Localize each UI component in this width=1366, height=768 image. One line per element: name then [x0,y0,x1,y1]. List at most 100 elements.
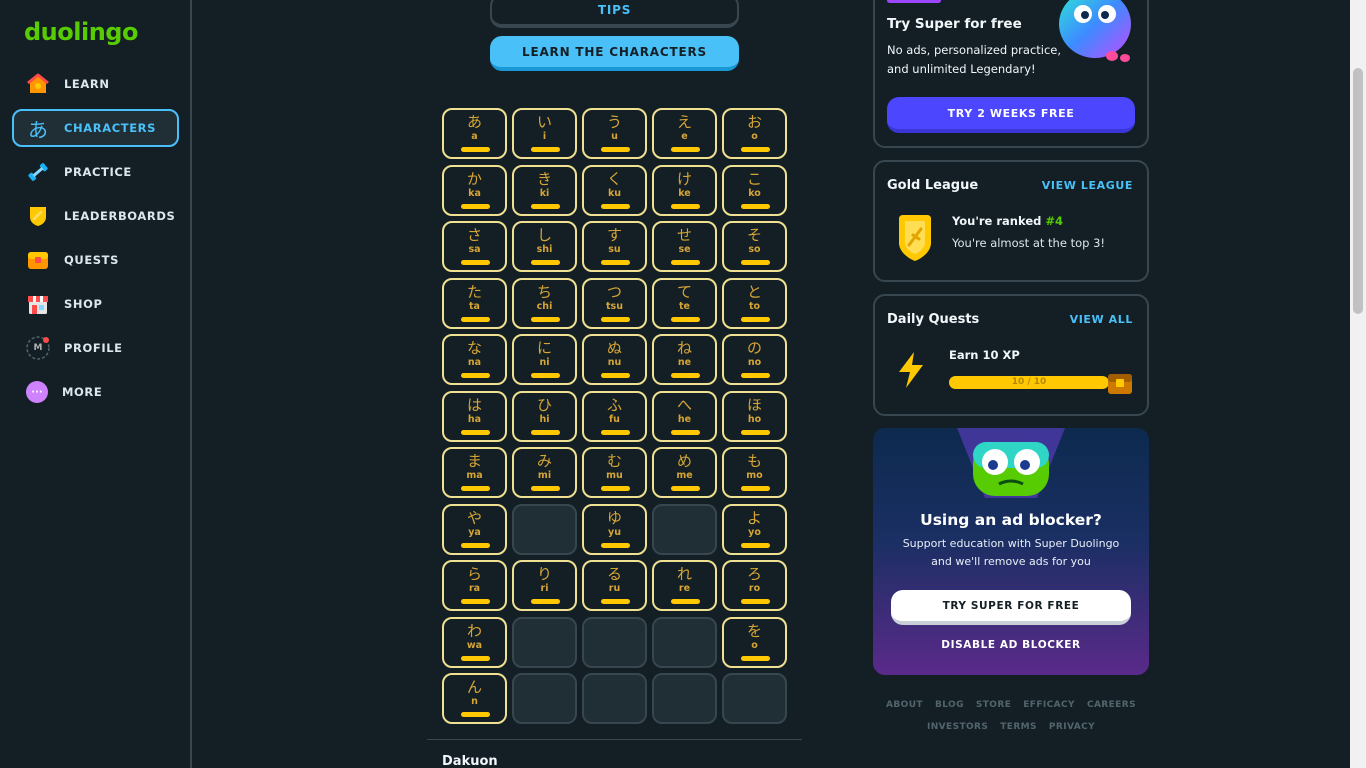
kana-cell[interactable]: む mu [582,447,647,498]
kana-romaji: mu [606,470,623,481]
try-super-for-free-button[interactable]: TRY SUPER FOR FREE [891,590,1131,625]
kana-cell[interactable]: ひ hi [512,390,577,442]
kana-progress-bar [601,373,630,378]
kana-cell[interactable]: の no [722,334,787,385]
sidebar-item-shop[interactable]: SHOP [12,285,179,323]
kana-cell[interactable]: き ki [512,164,577,216]
footer-link-privacy[interactable]: PRIVACY [1049,722,1095,732]
kana-cell[interactable]: な na [442,334,507,385]
sidebar-item-quests[interactable]: QUESTS [12,241,179,279]
kana-cell[interactable]: ふ fu [582,390,647,442]
kana-cell[interactable]: れ re [652,560,717,611]
kana-cell[interactable]: いi [512,108,577,159]
kana-cell[interactable]: は ha [442,390,507,442]
sidebar-item-label: LEADERBOARDS [64,209,176,223]
footer-link-efficacy[interactable]: EFFICACY [1023,700,1075,710]
page-scrollbar[interactable] [1350,0,1366,768]
sidebar-item-practice[interactable]: PRACTICE [12,153,179,191]
kana-cell[interactable]: こ ko [722,164,787,216]
kana-cell[interactable]: や ya [442,503,507,555]
kana-cell[interactable]: そ so [722,221,787,272]
kana-romaji: na [467,357,482,368]
kana-progress-bar [601,542,630,548]
kana-cell[interactable]: ゆ yu [582,503,647,555]
sidebar-item-profile[interactable]: M PROFILE [12,329,179,367]
kana-cell[interactable]: ぬ nu [582,334,647,385]
kana-cell[interactable]: に ni [512,334,577,385]
kana-cell-empty [722,673,787,724]
footer-link-store[interactable]: STORE [976,700,1011,710]
footer-link-investors[interactable]: INVESTORS [927,722,988,732]
learn-characters-button[interactable]: LEARN THE CHARACTERS [490,36,739,71]
kana-romaji: hi [539,413,550,425]
kana-cell[interactable]: み mi [512,447,577,498]
super-description: No ads, personalized practice, and unlim… [887,43,1062,76]
league-card: Gold League VIEW LEAGUE You're ranked #4… [873,160,1149,282]
kana-glyph: え [676,113,692,131]
kana-cell-empty [512,503,577,555]
sidebar-item-leaderboards[interactable]: LEADERBOARDS [12,197,179,235]
sidebar-item-learn[interactable]: LEARN [12,65,179,103]
kana-progress-bar [741,316,770,322]
kana-cell[interactable]: と to [722,277,787,329]
kana-cell[interactable]: た ta [442,277,507,329]
kana-glyph: や [466,508,482,527]
footer-link-about[interactable]: ABOUT [886,700,923,710]
kana-cell[interactable]: ね ne [652,334,717,385]
kana-glyph: ん [466,678,482,696]
tips-button[interactable]: TIPS [490,0,739,28]
kana-cell[interactable]: か ka [442,164,507,216]
view-league-link[interactable]: VIEW LEAGUE [1042,179,1133,192]
kana-cell[interactable]: ろ ro [722,560,787,611]
kana-cell[interactable]: つ tsu [582,277,647,329]
kana-cell[interactable]: け ke [652,164,717,216]
avatar-icon: M [26,336,50,360]
kana-cell[interactable]: さ sa [442,221,507,272]
kana-cell[interactable]: へ he [652,390,717,442]
kana-progress-bar [531,373,560,378]
kana-progress-bar [461,373,490,378]
kana-cell[interactable]: ほ ho [722,390,787,442]
kana-romaji: ta [469,300,480,312]
duolingo-logo[interactable]: duolingo [24,18,138,46]
kana-cell[interactable]: ち chi [512,277,577,329]
sidebar-item-label: CHARACTERS [64,121,156,135]
kana-cell[interactable]: ま ma [442,447,507,498]
kana-progress-bar [531,486,560,491]
kana-cell[interactable]: おo [722,108,787,159]
kana-cell[interactable]: め me [652,447,717,498]
kana-romaji: ma [466,470,483,481]
kana-cell[interactable]: んn [442,673,507,724]
kana-cell[interactable]: く ku [582,164,647,216]
footer-link-terms[interactable]: TERMS [1000,722,1037,732]
kana-glyph: け [676,169,692,188]
kana-cell[interactable]: をo [722,616,787,668]
try-two-weeks-free-button[interactable]: TRY 2 WEEKS FREE [887,97,1135,133]
footer-link-blog[interactable]: BLOG [935,700,964,710]
kana-cell[interactable]: よ yo [722,503,787,555]
kana-cell[interactable]: せ se [652,221,717,272]
kana-cell[interactable]: うu [582,108,647,159]
kana-cell[interactable]: す su [582,221,647,272]
kana-cell[interactable]: り ri [512,560,577,611]
scrollbar-thumb[interactable] [1353,68,1363,314]
kana-cell[interactable]: ら ra [442,560,507,611]
sidebar-item-characters[interactable]: あ CHARACTERS [12,109,179,147]
league-title: Gold League [887,178,979,193]
kana-romaji: chi [536,300,553,312]
view-all-quests-link[interactable]: VIEW ALL [1070,313,1133,326]
kana-romaji: n [471,696,478,707]
kana-progress-bar [531,260,560,265]
disable-ad-blocker-button[interactable]: DISABLE AD BLOCKER [873,639,1149,651]
kana-cell[interactable]: る ru [582,560,647,611]
kana-cell[interactable]: し shi [512,221,577,272]
kana-progress-bar [741,486,770,491]
kana-cell[interactable]: えe [652,108,717,159]
kana-cell[interactable]: あa [442,108,507,159]
kana-cell[interactable]: も mo [722,447,787,498]
kana-cell[interactable]: わ wa [442,616,507,668]
super-promo-card: Try Super for free No ads, personalized … [873,0,1149,148]
footer-link-careers[interactable]: CAREERS [1087,700,1136,710]
sidebar-item-more[interactable]: ··· MORE [12,373,179,411]
kana-cell[interactable]: て te [652,277,717,329]
